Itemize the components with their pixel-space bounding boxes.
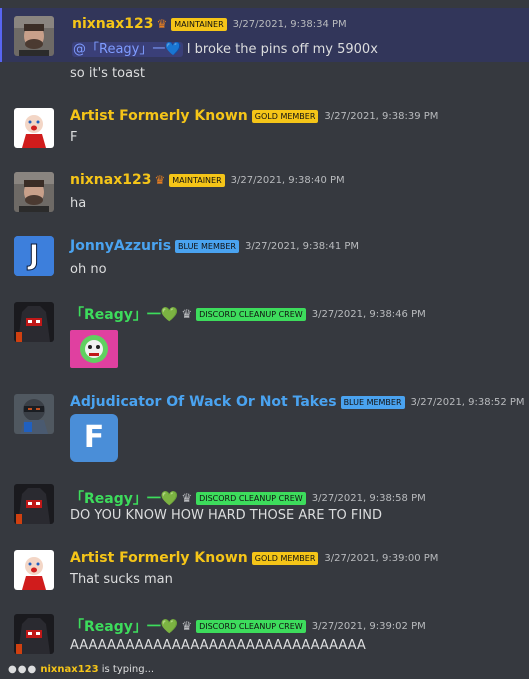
timestamp: 3/27/2021, 9:38:39 PM	[324, 110, 439, 122]
f-emoji[interactable]: F	[70, 414, 118, 462]
message-text: @「Reagy」一💙 I broke the pins off my 5900x	[72, 38, 378, 57]
message-header: nixnax123 ♛ MAINTAINER 3/27/2021, 9:38:3…	[72, 16, 347, 32]
username[interactable]: 「Reagy」一💚	[70, 304, 178, 324]
username[interactable]: Artist Formerly Known	[70, 108, 248, 124]
message-6[interactable]: Adjudicator Of Wack Or Not Takes BLUE ME…	[0, 390, 529, 470]
message-7[interactable]: 「Reagy」一💚 ♛ DISCORD CLEANUP CREW 3/27/20…	[0, 482, 529, 532]
avatar[interactable]: J	[14, 236, 54, 276]
avatar[interactable]	[14, 302, 54, 342]
message-8[interactable]: Artist Formerly Known GOLD MEMBER 3/27/2…	[0, 548, 529, 598]
avatar-letter: J	[28, 238, 40, 272]
typing-user[interactable]: nixnax123	[40, 664, 98, 675]
username[interactable]: Adjudicator Of Wack Or Not Takes	[70, 394, 337, 410]
avatar[interactable]	[14, 484, 54, 524]
message-header: 「Reagy」一💚 ♛ DISCORD CLEANUP CREW 3/27/20…	[70, 488, 426, 508]
username[interactable]: nixnax123	[70, 172, 151, 188]
avatar[interactable]	[14, 16, 54, 56]
message-5[interactable]: 「Reagy」一💚 ♛ DISCORD CLEANUP CREW 3/27/20…	[0, 298, 529, 378]
timestamp: 3/27/2021, 9:38:52 PM	[410, 396, 525, 408]
username[interactable]: Artist Formerly Known	[70, 550, 248, 566]
avatar[interactable]	[14, 394, 54, 434]
typing-dots-icon: ●●●	[8, 664, 38, 675]
username[interactable]: nixnax123	[72, 16, 153, 32]
timestamp: 3/27/2021, 9:38:58 PM	[311, 492, 426, 504]
timestamp: 3/27/2021, 9:39:02 PM	[311, 620, 426, 632]
avatar[interactable]	[14, 172, 54, 212]
message-text: ha	[70, 196, 87, 211]
message-text: F	[70, 130, 78, 145]
message-header: Artist Formerly Known GOLD MEMBER 3/27/2…	[70, 550, 438, 566]
username[interactable]: 「Reagy」一💚	[70, 488, 178, 508]
message-header: Artist Formerly Known GOLD MEMBER 3/27/2…	[70, 108, 438, 124]
timestamp: 3/27/2021, 9:38:34 PM	[232, 18, 347, 30]
typing-suffix: is typing...	[98, 664, 155, 675]
role-badge: DISCORD CLEANUP CREW	[196, 619, 306, 633]
crown-icon: ♛	[181, 619, 193, 633]
avatar[interactable]	[14, 550, 54, 590]
message-header: 「Reagy」一💚 ♛ DISCORD CLEANUP CREW 3/27/20…	[70, 304, 426, 324]
user-mention[interactable]: @「Reagy」一💙	[72, 42, 183, 57]
message-3[interactable]: nixnax123 ♛ MAINTAINER 3/27/2021, 9:38:4…	[0, 168, 529, 218]
timestamp: 3/27/2021, 9:39:00 PM	[324, 552, 439, 564]
message-1[interactable]: nixnax123 ♛ MAINTAINER 3/27/2021, 9:38:3…	[0, 8, 529, 62]
timestamp: 3/27/2021, 9:38:46 PM	[311, 308, 426, 320]
message-2[interactable]: Artist Formerly Known GOLD MEMBER 3/27/2…	[0, 102, 529, 152]
username[interactable]: JonnyAzzuris	[70, 238, 171, 254]
emoji-image[interactable]	[70, 330, 118, 368]
crown-icon: ♛	[181, 307, 193, 321]
role-badge: MAINTAINER	[169, 173, 225, 187]
role-badge: BLUE MEMBER	[175, 239, 239, 253]
crown-icon: ♛	[156, 17, 168, 31]
message-4[interactable]: J JonnyAzzuris BLUE MEMBER 3/27/2021, 9:…	[0, 234, 529, 284]
typing-indicator: ●●● nixnax123 is typing...	[8, 664, 154, 675]
timestamp: 3/27/2021, 9:38:41 PM	[245, 240, 360, 252]
message-text: oh no	[70, 262, 107, 277]
crown-icon: ♛	[181, 491, 193, 505]
f-emoji-letter: F	[83, 420, 105, 455]
message-header: JonnyAzzuris BLUE MEMBER 3/27/2021, 9:38…	[70, 238, 359, 254]
avatar[interactable]	[14, 614, 54, 654]
message-text: DO YOU KNOW HOW HARD THOSE ARE TO FIND	[70, 508, 382, 523]
role-badge: GOLD MEMBER	[251, 551, 319, 565]
role-badge: DISCORD CLEANUP CREW	[196, 307, 306, 321]
message-header: nixnax123 ♛ MAINTAINER 3/27/2021, 9:38:4…	[70, 172, 345, 188]
avatar[interactable]	[14, 108, 54, 148]
message-text-continued: so it's toast	[70, 66, 145, 81]
role-badge: DISCORD CLEANUP CREW	[196, 491, 306, 505]
timestamp: 3/27/2021, 9:38:40 PM	[230, 174, 345, 186]
role-badge: MAINTAINER	[171, 17, 227, 31]
username[interactable]: 「Reagy」一💚	[70, 616, 178, 636]
message-header: Adjudicator Of Wack Or Not Takes BLUE ME…	[70, 394, 525, 410]
role-badge: GOLD MEMBER	[251, 109, 319, 123]
message-text: AAAAAAAAAAAAAAAAAAAAAAAAAAAAAAAA	[70, 638, 366, 653]
message-text: That sucks man	[70, 572, 173, 587]
message-header: 「Reagy」一💚 ♛ DISCORD CLEANUP CREW 3/27/20…	[70, 616, 426, 636]
role-badge: BLUE MEMBER	[340, 395, 405, 409]
message-9[interactable]: 「Reagy」一💚 ♛ DISCORD CLEANUP CREW 3/27/20…	[0, 612, 529, 660]
message-text-content: I broke the pins off my 5900x	[186, 42, 378, 57]
crown-icon: ♛	[154, 173, 166, 187]
